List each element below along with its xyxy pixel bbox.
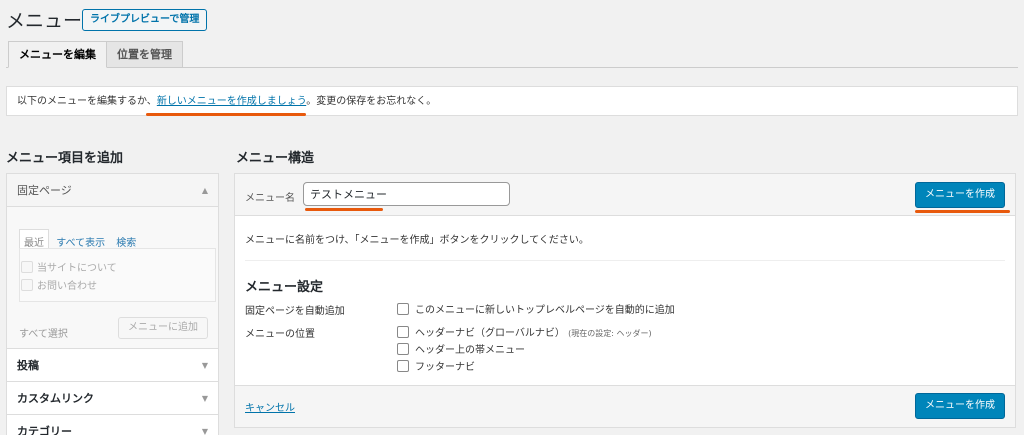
create-menu-button[interactable]: メニューを作成 (915, 182, 1005, 208)
tab-edit-menus[interactable]: メニューを編集 (8, 41, 107, 68)
add-menu-items-heading: メニュー項目を追加 (6, 151, 124, 166)
page-item-label: 当サイトについて (37, 263, 117, 274)
checkbox-icon[interactable] (397, 360, 409, 372)
menu-name-input[interactable] (303, 182, 510, 206)
accordion-custom-links[interactable]: カスタムリンク ▼ (7, 382, 218, 415)
chevron-up-icon: ▲ (201, 186, 208, 195)
page-item-label: お問い合わせ (37, 281, 97, 292)
location-label: ヘッダー上の帯メニュー (415, 345, 525, 356)
create-menu-button-bottom[interactable]: メニューを作成 (915, 393, 1005, 419)
accordion-posts[interactable]: 投稿 ▼ (7, 349, 218, 382)
create-new-menu-link[interactable]: 新しいメニューを作成しましょう (157, 96, 306, 107)
auto-add-pages-option[interactable]: このメニューに新しいトップレベルページを自動的に追加 (397, 301, 675, 316)
pages-list (19, 248, 216, 302)
menu-panel-footer: キャンセル メニューを作成 (235, 385, 1015, 427)
accordion-pages-label: 固定ページ (17, 184, 72, 197)
auto-add-pages-label: 固定ページを自動追加 (245, 306, 345, 317)
location-header-top-bar[interactable]: ヘッダー上の帯メニュー (397, 341, 525, 356)
chevron-down-icon: ▼ (201, 394, 208, 403)
accordion-pages[interactable]: 固定ページ ▲ (7, 174, 218, 207)
checkbox-icon[interactable] (397, 303, 409, 315)
chevron-down-icon: ▼ (201, 361, 208, 370)
location-footer-nav[interactable]: フッターナビ (397, 358, 475, 373)
location-note: (現在の設定: ヘッダー) (568, 329, 652, 338)
divider (245, 260, 1005, 261)
accordion-posts-label: 投稿 (17, 359, 39, 372)
accordion-categories[interactable]: カテゴリー ▼ (7, 415, 218, 435)
page-checkbox-contact[interactable]: お問い合わせ (21, 277, 97, 292)
location-label: フッターナビ (415, 362, 475, 373)
location-label: ヘッダーナビ（グローバルナビ） (415, 328, 565, 339)
add-to-menu-button[interactable]: メニューに追加 (118, 317, 208, 339)
annotation-underline (915, 210, 1010, 213)
checkbox-icon[interactable] (397, 326, 409, 338)
location-header-nav[interactable]: ヘッダーナビ（グローバルナビ） (現在の設定: ヘッダー) (397, 324, 652, 339)
menu-name-label: メニュー名 (245, 193, 295, 204)
add-items-accordion: 固定ページ ▲ 最近 すべて表示 検索 当サイトについて お問い合わせ すべて選… (6, 173, 219, 435)
annotation-underline (305, 208, 383, 211)
menu-location-label: メニューの位置 (245, 329, 315, 340)
page-title: メニュー (6, 10, 83, 32)
accordion-categories-label: カテゴリー (17, 425, 72, 435)
auto-add-option-label: このメニューに新しいトップレベルページを自動的に追加 (415, 305, 675, 316)
checkbox-icon[interactable] (21, 279, 33, 291)
cancel-link[interactable]: キャンセル (245, 399, 295, 414)
checkbox-icon[interactable] (397, 343, 409, 355)
select-all-label[interactable]: すべて選択 (19, 325, 68, 340)
notice-box: 以下のメニューを編集するか、新しいメニューを作成しましょう。変更の保存をお忘れな… (6, 86, 1018, 116)
checkbox-icon[interactable] (21, 261, 33, 273)
pages-panel: 最近 すべて表示 検索 当サイトについて お問い合わせ すべて選択 メニューに追… (7, 207, 218, 349)
menu-settings-title: メニュー設定 (245, 280, 324, 295)
notice-text-after: 。変更の保存をお忘れなく。 (306, 96, 437, 107)
menu-structure-heading: メニュー構造 (236, 151, 315, 166)
annotation-underline (146, 113, 306, 116)
menu-description: メニューに名前をつけ、「メニューを作成」ボタンをクリックしてください。 (245, 235, 589, 246)
menu-structure-panel: メニュー名 メニューを作成 メニューに名前をつけ、「メニューを作成」ボタンをクリ… (234, 173, 1016, 428)
tab-manage-locations[interactable]: 位置を管理 (106, 41, 183, 68)
page-checkbox-about[interactable]: 当サイトについて (21, 259, 117, 274)
notice-text-before: 以下のメニューを編集するか、 (17, 96, 157, 107)
chevron-down-icon: ▼ (201, 427, 208, 435)
accordion-custom-links-label: カスタムリンク (17, 392, 94, 405)
live-preview-button[interactable]: ライブプレビューで管理 (82, 9, 208, 31)
